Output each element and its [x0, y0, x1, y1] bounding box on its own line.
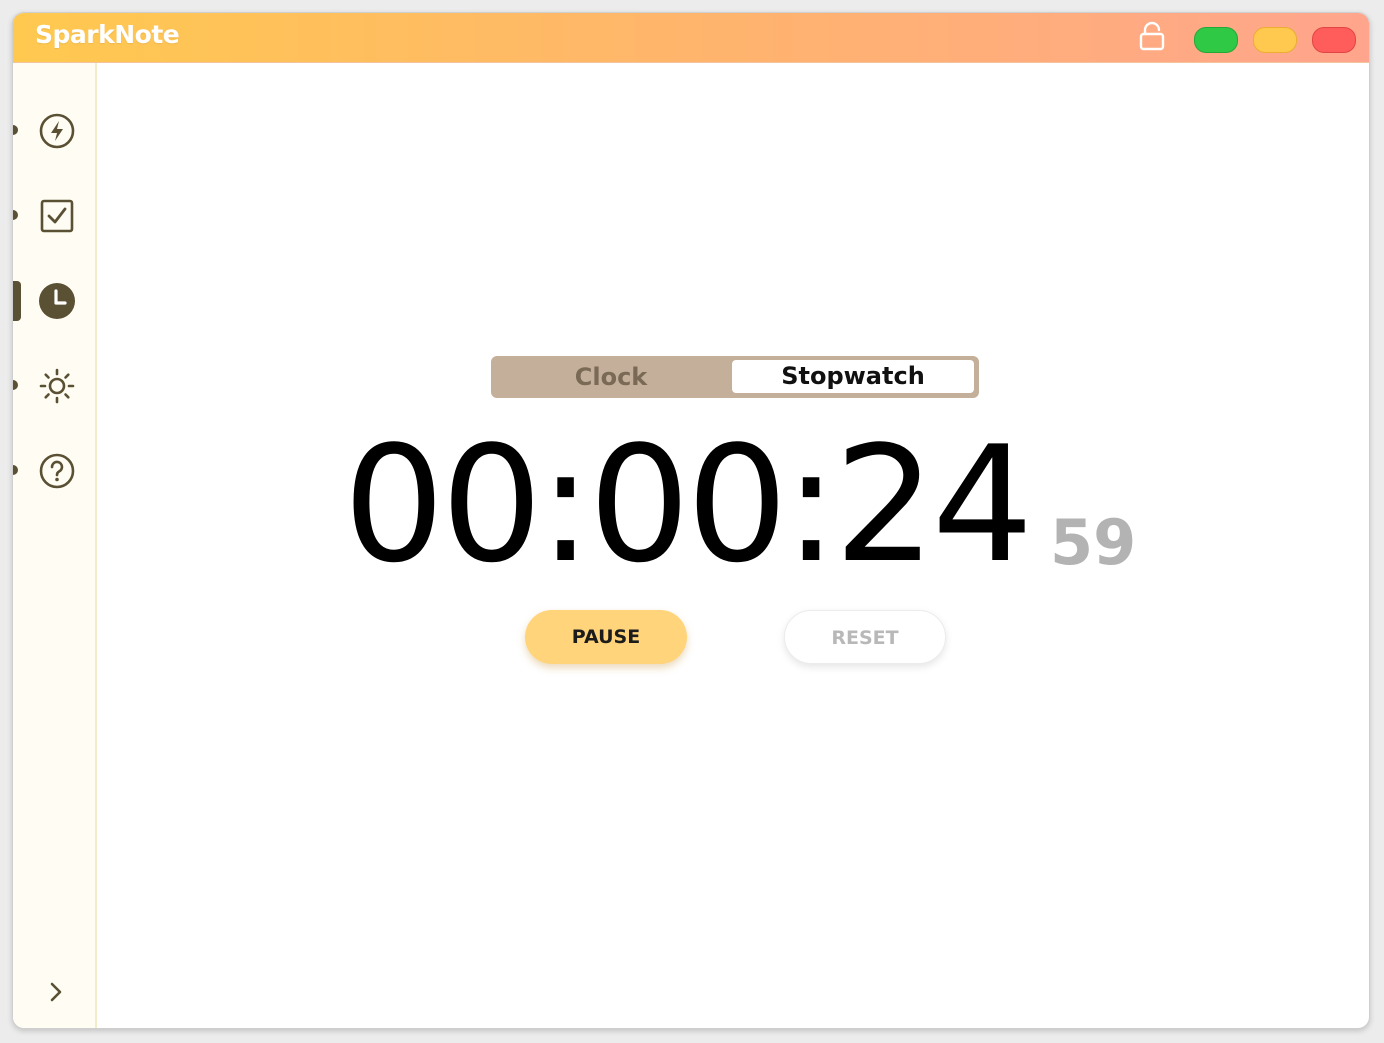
tab-stopwatch[interactable]: Stopwatch [732, 360, 974, 393]
nav-indicator [13, 380, 18, 390]
minimize-button[interactable] [1253, 27, 1297, 53]
lock-open-icon[interactable] [1138, 21, 1166, 51]
nav-indicator [13, 465, 18, 475]
stopwatch-centiseconds: 59 [1050, 506, 1137, 579]
maximize-button[interactable] [1194, 27, 1238, 53]
nav-indicator [13, 125, 18, 135]
mode-toggle: Clock Stopwatch [491, 356, 979, 398]
app-window: SparkNote Clock Stopwatch 00:00:24 59 PA… [12, 12, 1370, 1029]
app-title: SparkNote [35, 20, 180, 49]
stopwatch-time: 00:00:24 [343, 411, 1034, 598]
close-button[interactable] [1312, 27, 1356, 53]
title-bar[interactable]: SparkNote [13, 13, 1369, 63]
lightning-icon [39, 113, 75, 149]
pause-button[interactable]: PAUSE [525, 610, 687, 664]
sun-icon [39, 368, 75, 404]
sidebar-item-help[interactable] [13, 440, 95, 500]
main-content: Clock Stopwatch 00:00:24 59 PAUSE RESET [97, 63, 1369, 1028]
clock-icon [39, 283, 75, 319]
sidebar-item-quick[interactable] [13, 100, 95, 160]
sidebar-item-theme[interactable] [13, 355, 95, 415]
chevron-right-icon[interactable] [45, 979, 67, 1005]
nav-active-indicator [13, 281, 21, 321]
sidebar-item-tasks[interactable] [13, 185, 95, 245]
nav-indicator [13, 210, 18, 220]
tab-clock[interactable]: Clock [491, 356, 731, 398]
help-icon [39, 453, 75, 489]
sidebar [13, 63, 97, 1028]
reset-button[interactable]: RESET [784, 610, 946, 664]
checkbox-icon [40, 199, 74, 233]
sidebar-item-clock[interactable] [13, 270, 95, 330]
